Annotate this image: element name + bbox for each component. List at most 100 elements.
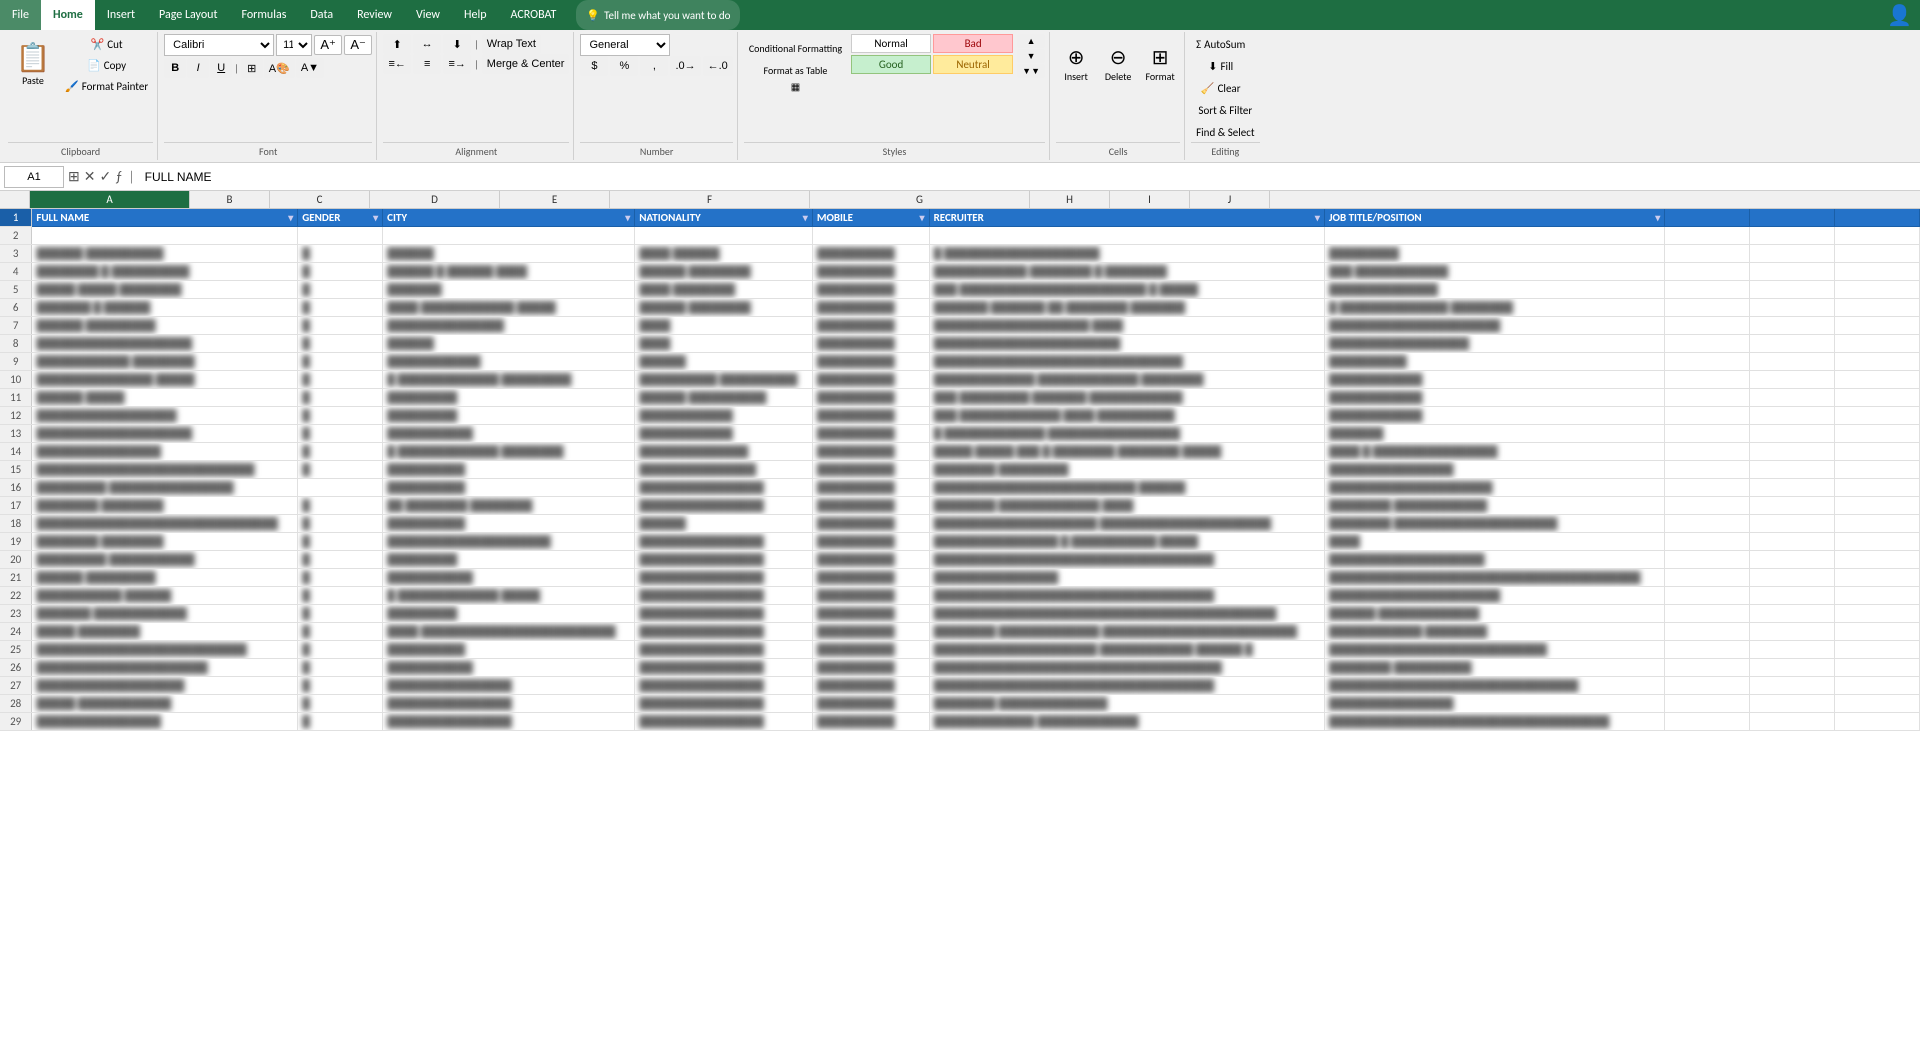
cell-r5-c1[interactable]: █ bbox=[298, 281, 383, 299]
col-header-c[interactable]: C bbox=[270, 191, 370, 208]
cell-r15-c1[interactable]: █ bbox=[298, 461, 383, 479]
sort-filter-button[interactable]: Sort & Filter bbox=[1191, 100, 1259, 120]
cell-r7-c9[interactable] bbox=[1835, 317, 1920, 335]
cell-r15-c4[interactable]: ██████████ bbox=[812, 461, 929, 479]
cell-r3-c9[interactable] bbox=[1835, 245, 1920, 263]
cell-reference-input[interactable] bbox=[4, 166, 64, 188]
conditional-formatting-button[interactable]: Conditional Formatting bbox=[744, 34, 847, 62]
cell-r9-c1[interactable]: █ bbox=[298, 353, 383, 371]
cell-r23-c2[interactable]: █████████ bbox=[383, 605, 635, 623]
cell-r18-c6[interactable]: ████████ █████████████████████ bbox=[1324, 515, 1664, 533]
cell-r13-c9[interactable] bbox=[1835, 425, 1920, 443]
cell-r22-c1[interactable]: █ bbox=[298, 587, 383, 605]
cell-r7-c0[interactable]: ██████ █████████ bbox=[32, 317, 298, 335]
cell-r9-c6[interactable]: ██████████ bbox=[1324, 353, 1664, 371]
paste-button[interactable]: 📋 Paste bbox=[8, 34, 58, 96]
format-as-table-button[interactable]: Format as Table ▦ bbox=[744, 64, 847, 92]
cell-r25-c0[interactable]: ███████████████████████████ bbox=[32, 641, 298, 659]
autosum-button[interactable]: Σ AutoSum bbox=[1191, 34, 1250, 54]
align-left-button[interactable]: ≡← bbox=[383, 54, 411, 74]
cell-r9-c7[interactable] bbox=[1665, 353, 1750, 371]
cell-r10-c4[interactable]: ██████████ bbox=[812, 371, 929, 389]
cell-r21-c1[interactable]: █ bbox=[298, 569, 383, 587]
cell-r3-c5[interactable]: █ ████████████████████ bbox=[929, 245, 1324, 263]
cell-r5-c9[interactable] bbox=[1835, 281, 1920, 299]
cell-r2-c2[interactable] bbox=[383, 227, 635, 245]
header-cell-8[interactable] bbox=[1750, 209, 1835, 227]
italic-button[interactable]: I bbox=[187, 58, 209, 78]
cell-r24-c2[interactable]: ████ █████████████████████████ bbox=[383, 623, 635, 641]
col-header-g[interactable]: G bbox=[810, 191, 1030, 208]
cell-r7-c3[interactable]: ████ bbox=[635, 317, 813, 335]
cell-r13-c7[interactable] bbox=[1665, 425, 1750, 443]
cell-r17-c2[interactable]: ██ ████████ ████████ bbox=[383, 497, 635, 515]
cell-r27-c3[interactable]: ████████████████ bbox=[635, 677, 813, 695]
cell-r16-c1[interactable] bbox=[298, 479, 383, 497]
cell-r17-c3[interactable]: ████████████████ bbox=[635, 497, 813, 515]
menu-home[interactable]: Home bbox=[41, 0, 95, 30]
cell-r15-c9[interactable] bbox=[1835, 461, 1920, 479]
cell-r25-c1[interactable]: █ bbox=[298, 641, 383, 659]
cell-r19-c2[interactable]: █████████████████████ bbox=[383, 533, 635, 551]
cell-r22-c8[interactable] bbox=[1750, 587, 1835, 605]
cell-r26-c1[interactable]: █ bbox=[298, 659, 383, 677]
cell-r20-c0[interactable]: █████████ ███████████ bbox=[32, 551, 298, 569]
cell-r26-c9[interactable] bbox=[1835, 659, 1920, 677]
cell-r17-c9[interactable] bbox=[1835, 497, 1920, 515]
cell-r21-c7[interactable] bbox=[1665, 569, 1750, 587]
cell-r11-c5[interactable]: ███ █████████ ███████ ████████████ bbox=[929, 389, 1324, 407]
cell-r15-c2[interactable]: ██████████ bbox=[383, 461, 635, 479]
menu-file[interactable]: File bbox=[0, 0, 41, 30]
cell-r18-c0[interactable]: ███████████████████████████████ bbox=[32, 515, 298, 533]
style-neutral[interactable]: Neutral bbox=[933, 55, 1013, 74]
cell-r7-c5[interactable]: ████████████████████ ████ bbox=[929, 317, 1324, 335]
cell-r14-c8[interactable] bbox=[1750, 443, 1835, 461]
filter-icon-4[interactable]: ▾ bbox=[920, 211, 925, 224]
cell-r3-c0[interactable]: ██████ ██████████ bbox=[32, 245, 298, 263]
cell-r16-c4[interactable]: ██████████ bbox=[812, 479, 929, 497]
cell-r25-c9[interactable] bbox=[1835, 641, 1920, 659]
cell-r22-c4[interactable]: ██████████ bbox=[812, 587, 929, 605]
align-right-button[interactable]: ≡→ bbox=[443, 54, 471, 74]
cell-r7-c1[interactable]: █ bbox=[298, 317, 383, 335]
currency-button[interactable]: $ bbox=[580, 56, 608, 76]
cell-r12-c2[interactable]: █████████ bbox=[383, 407, 635, 425]
cell-r5-c8[interactable] bbox=[1750, 281, 1835, 299]
cell-r3-c1[interactable]: █ bbox=[298, 245, 383, 263]
cell-r8-c6[interactable]: ██████████████████ bbox=[1324, 335, 1664, 353]
wrap-text-button[interactable]: Wrap Text bbox=[482, 34, 541, 54]
cell-r19-c0[interactable]: ████████ ████████ bbox=[32, 533, 298, 551]
cell-r13-c8[interactable] bbox=[1750, 425, 1835, 443]
cell-r13-c1[interactable]: █ bbox=[298, 425, 383, 443]
decrease-font-button[interactable]: A⁻ bbox=[344, 35, 372, 55]
underline-button[interactable]: U bbox=[210, 58, 232, 78]
delete-button[interactable]: ⊖ Delete bbox=[1098, 34, 1138, 94]
cell-r26-c8[interactable] bbox=[1750, 659, 1835, 677]
cell-r5-c3[interactable]: ████ ████████ bbox=[635, 281, 813, 299]
cell-r28-c4[interactable]: ██████████ bbox=[812, 695, 929, 713]
cell-r3-c7[interactable] bbox=[1665, 245, 1750, 263]
cell-r24-c9[interactable] bbox=[1835, 623, 1920, 641]
cell-r25-c3[interactable]: ████████████████ bbox=[635, 641, 813, 659]
cell-r24-c5[interactable]: ████████ █████████████ █████████████████… bbox=[929, 623, 1324, 641]
font-name-select[interactable]: Calibri bbox=[164, 34, 274, 56]
cell-r4-c0[interactable]: ████████ █ ██████████ bbox=[32, 263, 298, 281]
header-cell-1[interactable]: GENDER▾ bbox=[298, 209, 383, 227]
header-cell-6[interactable]: JOB TITLE/POSITION▾ bbox=[1324, 209, 1664, 227]
cell-r28-c7[interactable] bbox=[1665, 695, 1750, 713]
cell-r9-c4[interactable]: ██████████ bbox=[812, 353, 929, 371]
menu-view[interactable]: View bbox=[404, 0, 452, 30]
cell-r11-c4[interactable]: ██████████ bbox=[812, 389, 929, 407]
cell-r20-c3[interactable]: ████████████████ bbox=[635, 551, 813, 569]
insert-button[interactable]: ⊕ Insert bbox=[1056, 34, 1096, 94]
cell-r5-c2[interactable]: ███████ bbox=[383, 281, 635, 299]
cell-r6-c5[interactable]: ███████ ███████ ██ ████████ ███████ bbox=[929, 299, 1324, 317]
cell-r6-c2[interactable]: ████ ████████████ █████ bbox=[383, 299, 635, 317]
cell-r17-c7[interactable] bbox=[1665, 497, 1750, 515]
cut-button[interactable]: ✂️ Cut bbox=[60, 34, 153, 54]
align-middle-button[interactable]: ↔ bbox=[413, 34, 441, 54]
cell-r27-c5[interactable]: ████████████████████████████████████ bbox=[929, 677, 1324, 695]
menu-insert[interactable]: Insert bbox=[95, 0, 147, 30]
format-button[interactable]: ⊞ Format bbox=[1140, 34, 1180, 94]
cell-r11-c8[interactable] bbox=[1750, 389, 1835, 407]
